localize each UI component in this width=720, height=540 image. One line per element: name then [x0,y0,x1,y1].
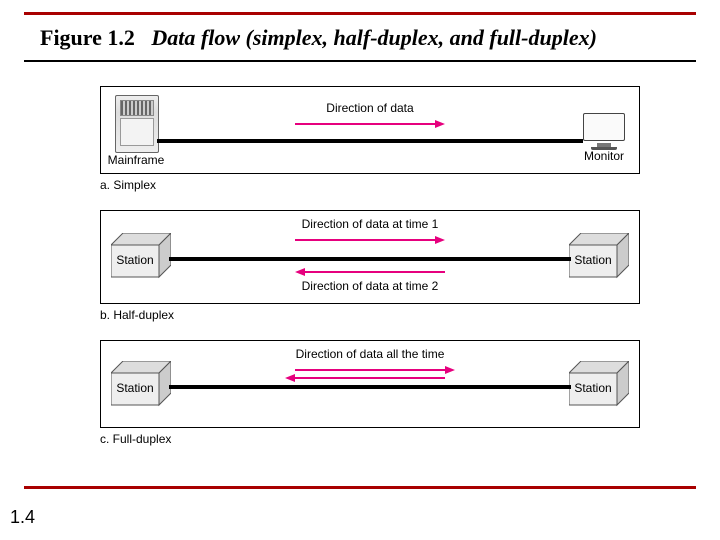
mainframe-icon [115,95,157,151]
half-caption: b. Half-duplex [100,308,640,322]
panel-full-duplex: Station Station Direction of data all th… [100,340,640,446]
station-right-label: Station [569,253,617,267]
panels: Mainframe Monitor Direction of data [100,86,640,464]
rule-title-underline [24,60,696,62]
page-number: 1.4 [10,507,35,528]
simplex-caption: a. Simplex [100,178,640,192]
monitor-icon [583,113,625,147]
station-right-icon: Station [569,233,629,279]
station-left-label: Station [111,253,159,267]
figure-title: Data flow (simplex, half-duplex, and ful… [151,25,597,50]
station-right-icon: Station [569,361,629,407]
full-caption: c. Full-duplex [100,432,640,446]
simplex-link [157,139,583,143]
station-left-icon: Station [111,361,171,407]
panel-simplex: Mainframe Monitor Direction of data [100,86,640,192]
station-right-label: Station [569,381,617,395]
half-arrow-top-label: Direction of data at time 1 [270,217,470,231]
panel-simplex-box: Mainframe Monitor Direction of data [100,86,640,174]
rule-bottom [24,486,696,489]
figure-label: Figure 1.2 [40,25,135,50]
full-arrow-label: Direction of data all the time [270,347,470,361]
slide: Figure 1.2 Data flow (simplex, half-dupl… [0,0,720,540]
panel-half-box: Station Station Direction of data at tim… [100,210,640,304]
full-link [169,385,571,389]
monitor-label: Monitor [579,149,629,163]
rule-top [24,12,696,15]
half-arrow-bottom-label: Direction of data at time 2 [270,279,470,293]
panel-half-duplex: Station Station Direction of data at tim… [100,210,640,322]
mainframe-label: Mainframe [107,153,165,167]
half-link [169,257,571,261]
simplex-arrow-label: Direction of data [270,101,470,115]
panel-full-box: Station Station Direction of data all th… [100,340,640,428]
station-left-icon: Station [111,233,171,279]
station-left-label: Station [111,381,159,395]
figure-title-row: Figure 1.2 Data flow (simplex, half-dupl… [40,24,597,52]
